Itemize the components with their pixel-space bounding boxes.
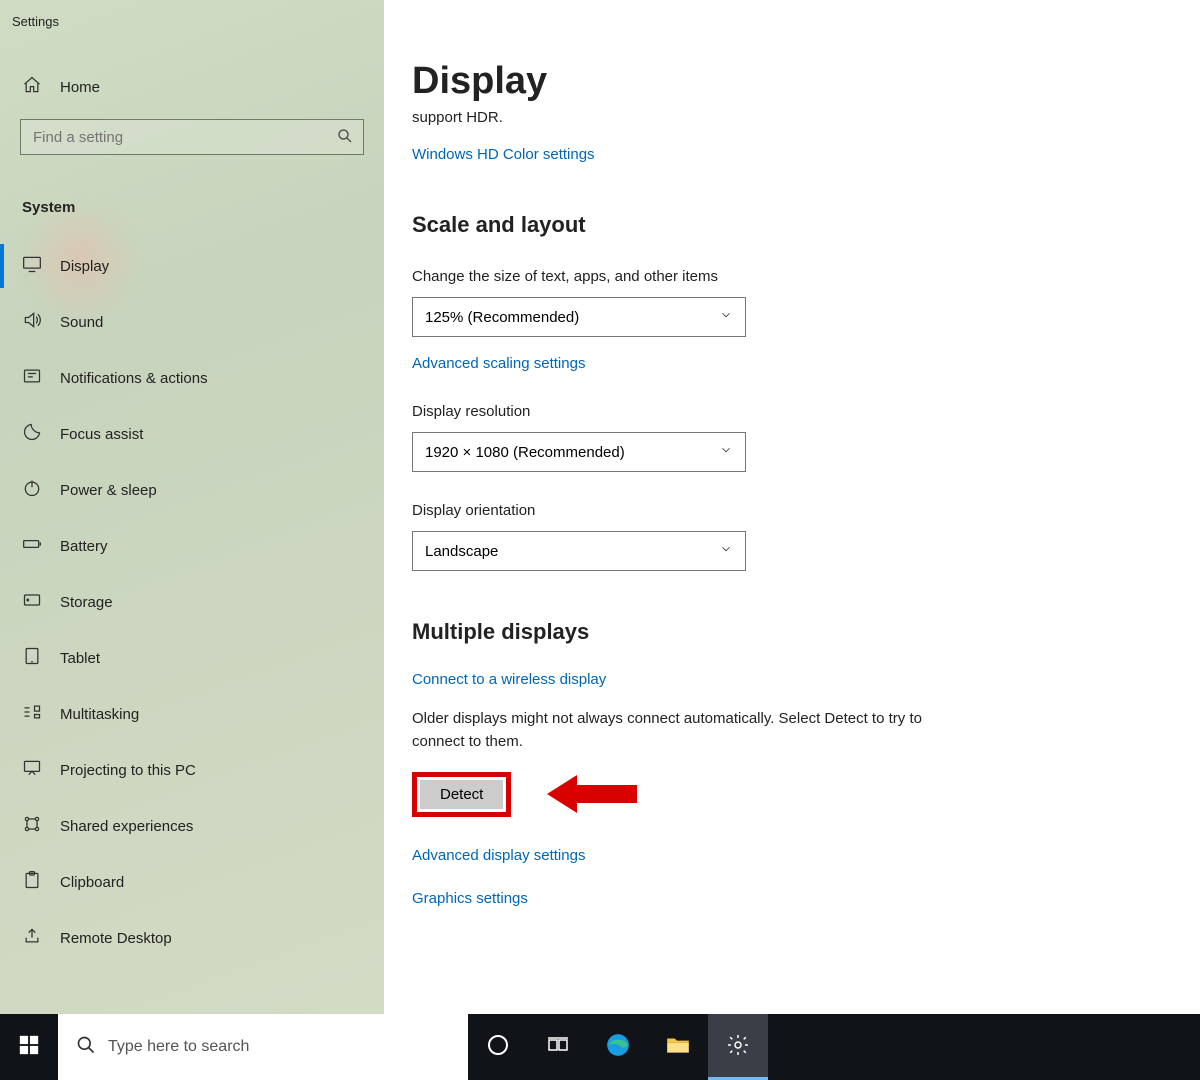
clipboard-icon (22, 870, 42, 894)
multitask-icon (22, 702, 42, 726)
sidebar-item-power[interactable]: Power & sleep (0, 462, 384, 518)
sidebar-item-sound[interactable]: Sound (0, 294, 384, 350)
sidebar-item-clipboard[interactable]: Clipboard (0, 854, 384, 910)
gear-icon (726, 1033, 750, 1062)
home-icon (22, 75, 42, 99)
scale-heading: Scale and layout (412, 212, 1200, 238)
edge-button[interactable] (588, 1014, 648, 1080)
sidebar-item-label: Display (60, 258, 109, 275)
orientation-label: Display orientation (412, 502, 1200, 519)
project-icon (22, 758, 42, 782)
annotation-arrow-icon (547, 771, 637, 822)
app-title: Settings (0, 0, 384, 29)
wireless-display-link[interactable]: Connect to a wireless display (412, 671, 606, 688)
taskbar-search-placeholder: Type here to search (108, 1038, 249, 1056)
windows-icon (18, 1034, 40, 1061)
display-icon (22, 254, 42, 278)
chevron-down-icon (719, 443, 733, 461)
hd-color-link[interactable]: Windows HD Color settings (412, 146, 595, 163)
chevron-down-icon (719, 308, 733, 326)
shared-icon (22, 814, 42, 838)
settings-taskbar-button[interactable] (708, 1014, 768, 1080)
sidebar-item-label: Tablet (60, 650, 100, 667)
sidebar-item-multitasking[interactable]: Multitasking (0, 686, 384, 742)
focus-icon (22, 422, 42, 446)
sidebar-item-label: Multitasking (60, 706, 139, 723)
resolution-label: Display resolution (412, 403, 1200, 420)
home-label: Home (60, 79, 100, 96)
notifications-icon (22, 366, 42, 390)
sidebar-item-notifications[interactable]: Notifications & actions (0, 350, 384, 406)
power-icon (22, 478, 42, 502)
taskbar-search[interactable]: Type here to search (58, 1014, 468, 1080)
folder-icon (665, 1032, 691, 1063)
edge-icon (605, 1032, 631, 1063)
search-wrap (20, 119, 364, 155)
sidebar-item-storage[interactable]: Storage (0, 574, 384, 630)
sidebar-item-battery[interactable]: Battery (0, 518, 384, 574)
scale-value: 125% (Recommended) (425, 309, 579, 326)
sidebar-item-label: Clipboard (60, 874, 124, 891)
sidebar-item-label: Storage (60, 594, 113, 611)
sound-icon (22, 310, 42, 334)
sidebar-item-remote[interactable]: Remote Desktop (0, 910, 384, 966)
orientation-dropdown[interactable]: Landscape (412, 531, 746, 571)
scale-label: Change the size of text, apps, and other… (412, 268, 1200, 285)
section-label: System (0, 155, 384, 216)
detect-help-text: Older displays might not always connect … (412, 707, 972, 754)
sidebar-item-display[interactable]: Display (0, 238, 384, 294)
multi-heading: Multiple displays (412, 619, 1200, 645)
explorer-button[interactable] (648, 1014, 708, 1080)
advanced-display-link[interactable]: Advanced display settings (412, 847, 1200, 864)
nav-list: Display Sound Notifications & actions Fo… (0, 238, 384, 966)
sidebar-item-label: Shared experiences (60, 818, 193, 835)
home-button[interactable]: Home (0, 29, 384, 99)
detect-highlight: Detect (412, 772, 511, 817)
chevron-down-icon (719, 542, 733, 560)
sidebar-item-label: Focus assist (60, 426, 143, 443)
sidebar-item-label: Battery (60, 538, 108, 555)
sidebar: Settings Home System Display Sound Notif… (0, 0, 384, 1014)
storage-icon (22, 590, 42, 614)
orientation-value: Landscape (425, 543, 498, 560)
task-view-icon (546, 1033, 570, 1062)
resolution-dropdown[interactable]: 1920 × 1080 (Recommended) (412, 432, 746, 472)
cortana-button[interactable] (468, 1014, 528, 1080)
scale-dropdown[interactable]: 125% (Recommended) (412, 297, 746, 337)
sidebar-item-tablet[interactable]: Tablet (0, 630, 384, 686)
search-icon (76, 1035, 96, 1060)
start-button[interactable] (0, 1014, 58, 1080)
hdr-trailing-text: support HDR. (412, 109, 1200, 126)
sidebar-item-label: Sound (60, 314, 103, 331)
page-title: Display (412, 0, 1200, 103)
sidebar-item-label: Projecting to this PC (60, 762, 196, 779)
advanced-scaling-link[interactable]: Advanced scaling settings (412, 355, 585, 372)
cortana-icon (486, 1033, 510, 1062)
main-content: Display support HDR. Windows HD Color se… (384, 0, 1200, 1014)
tablet-icon (22, 646, 42, 670)
detect-button[interactable]: Detect (420, 780, 503, 809)
sidebar-item-shared[interactable]: Shared experiences (0, 798, 384, 854)
task-view-button[interactable] (528, 1014, 588, 1080)
search-icon (336, 127, 354, 145)
sidebar-item-label: Remote Desktop (60, 930, 172, 947)
resolution-value: 1920 × 1080 (Recommended) (425, 444, 625, 461)
taskbar: Type here to search (0, 1014, 1200, 1080)
graphics-settings-link[interactable]: Graphics settings (412, 890, 1200, 907)
sidebar-item-focus[interactable]: Focus assist (0, 406, 384, 462)
remote-icon (22, 926, 42, 950)
sidebar-item-label: Notifications & actions (60, 370, 208, 387)
taskbar-icons (468, 1014, 768, 1080)
battery-icon (22, 534, 42, 558)
sidebar-item-label: Power & sleep (60, 482, 157, 499)
search-input[interactable] (20, 119, 364, 155)
sidebar-item-projecting[interactable]: Projecting to this PC (0, 742, 384, 798)
